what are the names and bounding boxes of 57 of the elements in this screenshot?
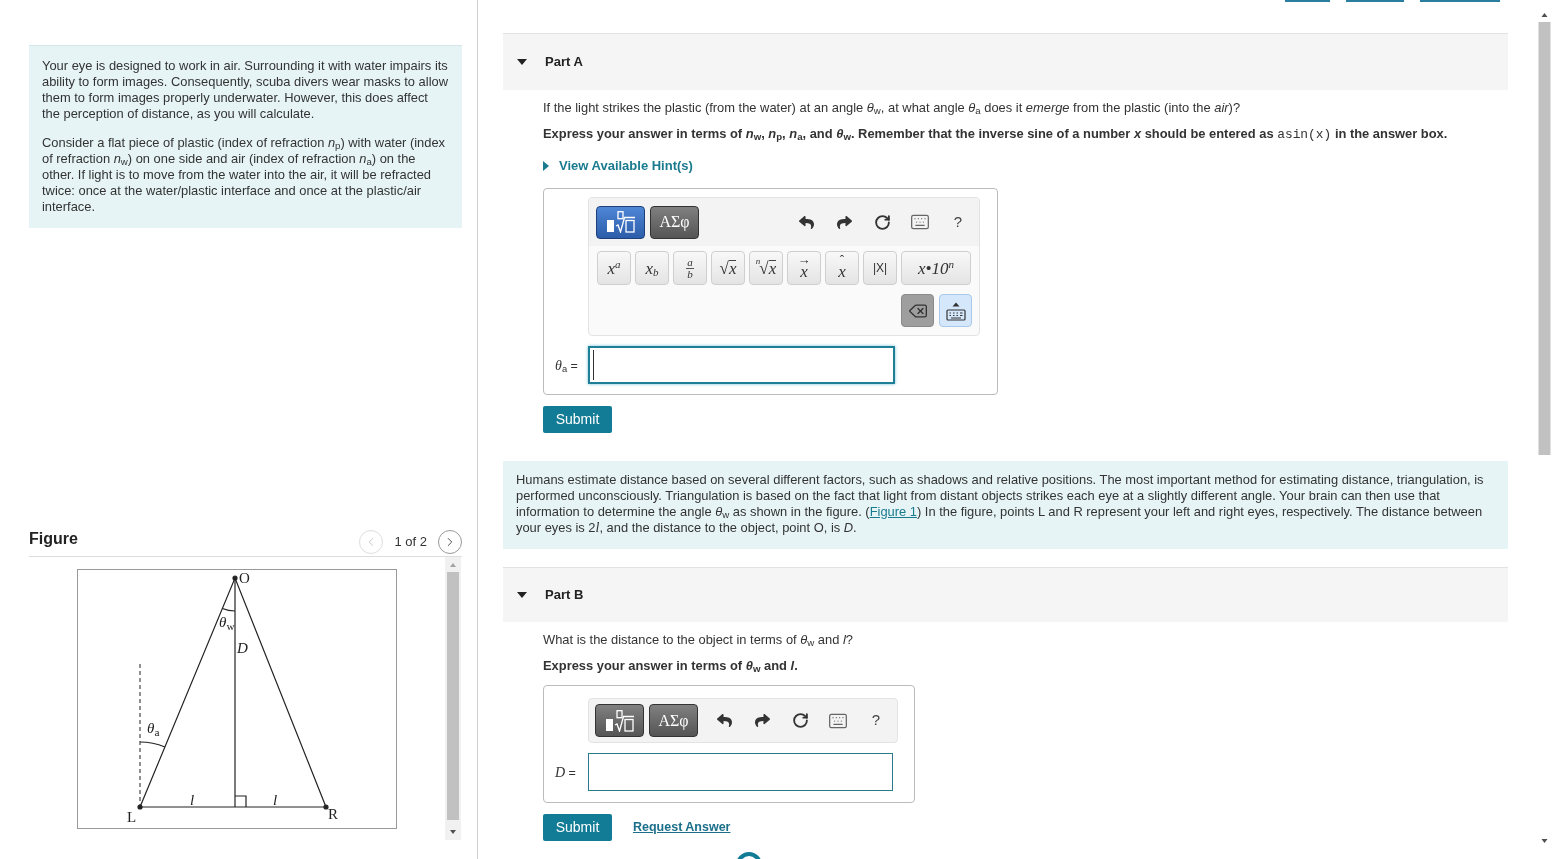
absolute-value-key[interactable]: |X| xyxy=(863,251,897,285)
diagram-label: D xyxy=(237,641,248,656)
radical-template-icon xyxy=(604,709,635,732)
help-button[interactable]: ? xyxy=(939,207,977,237)
answer-field[interactable] xyxy=(588,346,895,384)
diagram-label: R xyxy=(328,807,338,822)
square-root-key[interactable]: √x xyxy=(711,251,745,285)
ring-icon xyxy=(735,851,763,859)
keyboard-icon xyxy=(910,212,930,232)
reset-icon xyxy=(873,213,891,231)
backspace-button[interactable] xyxy=(901,294,934,327)
help-button[interactable]: ? xyxy=(857,705,895,736)
question-text: What is the distance to the object in terms of θ$_{w}$ and l? xyxy=(543,632,854,648)
vector-key[interactable]: → x xyxy=(787,251,821,285)
redo-icon xyxy=(836,214,852,230)
instruction-text: Express your answer in terms of n$_{w}$, n$_{p}$, n$_{a}$, and θ$_{w}$. Remember that the inverse sine of a number x should be entered as asin(x) in the answer box. xyxy=(543,126,1449,143)
figure-link[interactable]: Figure 1 xyxy=(869,504,917,519)
diagram-label: θ$_{a}$ xyxy=(147,721,160,736)
keyboard-toggle-button[interactable] xyxy=(939,294,972,327)
templates-button[interactable] xyxy=(595,704,644,737)
question-text: If the light strikes the plastic (from the water) at an angle θ$_{w}$, at what angle θ$_{a}$ does it emerge from the plastic (into the air)? xyxy=(543,100,1242,116)
figure-title: Figure xyxy=(29,528,78,549)
part-header[interactable]: Part A xyxy=(503,33,1508,90)
instruction-text: Express your answer in terms of θ$_{w}$ and l. xyxy=(543,658,799,674)
redo-icon xyxy=(754,713,770,728)
answer-field[interactable] xyxy=(588,753,893,791)
figure-scrollbar[interactable] xyxy=(445,557,461,840)
diagram-label: O xyxy=(239,571,250,586)
hint-link[interactable]: View Available Hint(s) xyxy=(543,158,693,174)
submit-button[interactable]: Submit xyxy=(543,814,612,841)
symbols-button[interactable]: ΑΣφ xyxy=(649,704,698,737)
diagram-label: l xyxy=(273,793,278,808)
hat-key[interactable]: ˆ x xyxy=(825,251,859,285)
request-answer-link[interactable]: Request Answer xyxy=(633,818,731,837)
figure-pager-text: 1 of 2 xyxy=(394,532,427,551)
intro-paragraph: Your eye is designed to work in air. Surrounding it with water impairs its ability to form images. Consequently, scuba divers wear masks to allow them to form images properly underwater. However, this does affect the perception of distance, as you will calculate. xyxy=(42,58,449,122)
undo-icon xyxy=(716,713,732,728)
templates-button[interactable] xyxy=(596,205,645,239)
reset-icon xyxy=(791,712,809,729)
intro-paragraph: Consider a flat piece of plastic (index of refraction n$_{p}$) with water (index of refraction n$_{w}$) on one side and air (index of refraction n$_{a}$) on the other. If light is to move from the water into the air, it will be refracted twice: once at the water/plastic interface and once at the plastic/air interface. xyxy=(42,135,447,215)
radical-template-icon xyxy=(605,211,636,233)
answer-label: D = xyxy=(555,763,577,782)
keyboard-icon xyxy=(945,300,966,321)
symbols-button[interactable]: ΑΣφ xyxy=(650,205,699,239)
subscript-key[interactable]: x$_{b}$ xyxy=(635,251,669,285)
diagram-label: L xyxy=(127,810,137,825)
superscript-key[interactable]: x$^{a}$ xyxy=(597,251,631,285)
diagram-label: l xyxy=(190,793,195,808)
diagram-label: θ$_{w}$ xyxy=(219,615,235,630)
part-header[interactable]: Part B xyxy=(503,567,1508,622)
undo-icon xyxy=(798,214,814,230)
text-cursor xyxy=(593,350,594,380)
submit-button[interactable]: Submit xyxy=(543,406,612,433)
fraction-key[interactable]: a b xyxy=(673,251,707,285)
context-paragraph: Humans estimate distance based on several different factors, such as shadows and relative positions. The most important method for estimating distance, triangulation, is performed unconsciously. Triangulation is based on the fact that light from distant objects strikes each eye at a slightly different angle. Your brain can then use that information to determine the angle θ$_{w}$ as shown in the figure. (Figure 1) In the figure, points L and R represent your left and right eyes, respectively. The distance between your eyes is 2l, and the distance to the object, point O, is D. xyxy=(516,472,1485,536)
answer-label: θ$_{a}$ = xyxy=(555,356,579,376)
scientific-notation-key[interactable]: x•10$^{n}$ xyxy=(901,251,971,285)
